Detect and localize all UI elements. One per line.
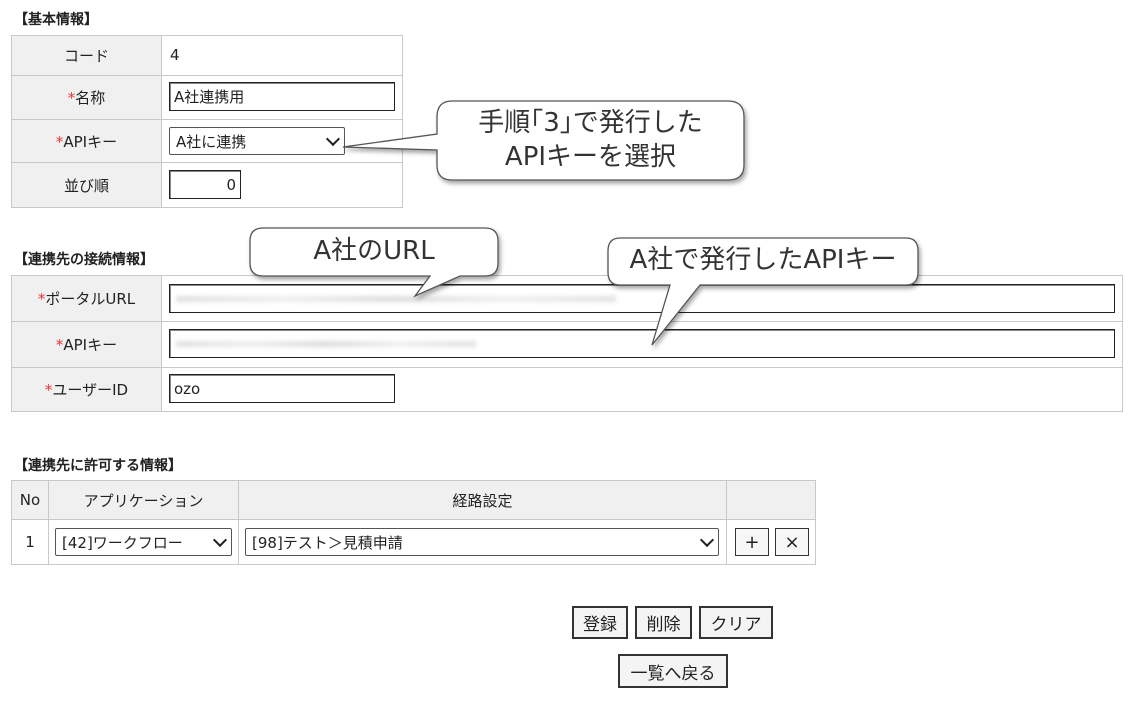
name-input[interactable]: A社連携用 bbox=[169, 82, 395, 111]
callout-url-text: A社のURL bbox=[313, 236, 435, 266]
add-row-button[interactable]: + bbox=[735, 528, 769, 556]
userid-label: *ユーザーID bbox=[11, 367, 162, 412]
callout-apikey-select-line2: APIキーを選択 bbox=[504, 142, 677, 172]
order-label: 並び順 bbox=[11, 162, 162, 208]
basic-info-title: 【基本情報】 bbox=[14, 12, 98, 28]
route-select[interactable]: [98]テスト＞見積申請 bbox=[245, 528, 719, 556]
header-actions bbox=[726, 480, 816, 520]
portal-url-blurred-value bbox=[176, 296, 616, 302]
header-route: 経路設定 bbox=[238, 480, 727, 520]
permissions-title: 【連携先に許可する情報】 bbox=[14, 458, 182, 474]
chevron-down-icon bbox=[212, 532, 228, 547]
delete-button[interactable]: 削除 bbox=[635, 606, 692, 639]
connection-info-title: 【連携先の接続情報】 bbox=[14, 252, 154, 268]
apikey-select-value: A社に連携 bbox=[176, 132, 247, 151]
order-input[interactable]: 0 bbox=[169, 170, 241, 199]
application-select[interactable]: [42]ワークフロー bbox=[55, 528, 232, 556]
portal-url-label: *ポータルURL bbox=[11, 275, 162, 322]
application-select-value: [42]ワークフロー bbox=[62, 533, 183, 552]
code-value: 4 bbox=[170, 46, 180, 64]
callout-apikey-select-line1: 手順｢3｣で発行した bbox=[478, 108, 703, 138]
code-cell bbox=[161, 35, 403, 76]
connection-apikey-blurred-value bbox=[176, 341, 476, 347]
back-to-list-button[interactable]: 一覧へ戻る bbox=[618, 654, 728, 688]
code-label: コード bbox=[11, 35, 162, 76]
userid-input[interactable]: ozo bbox=[169, 374, 395, 403]
route-select-value: [98]テスト＞見積申請 bbox=[252, 533, 403, 552]
apikey-select[interactable]: A社に連携 bbox=[169, 127, 345, 155]
name-label: *名称 bbox=[11, 75, 162, 120]
clear-button[interactable]: クリア bbox=[699, 606, 773, 639]
header-no: No bbox=[11, 480, 49, 520]
connection-apikey-label: *APIキー bbox=[11, 321, 162, 368]
chevron-down-icon bbox=[325, 131, 341, 146]
register-button[interactable]: 登録 bbox=[572, 606, 628, 639]
header-application: アプリケーション bbox=[48, 480, 239, 520]
row-no: 1 bbox=[11, 519, 49, 565]
remove-row-button[interactable]: × bbox=[775, 528, 809, 556]
apikey-label: *APIキー bbox=[11, 119, 162, 163]
callout-apikey-issued-text: A社で発行したAPIキー bbox=[629, 245, 897, 275]
chevron-down-icon bbox=[699, 532, 715, 547]
